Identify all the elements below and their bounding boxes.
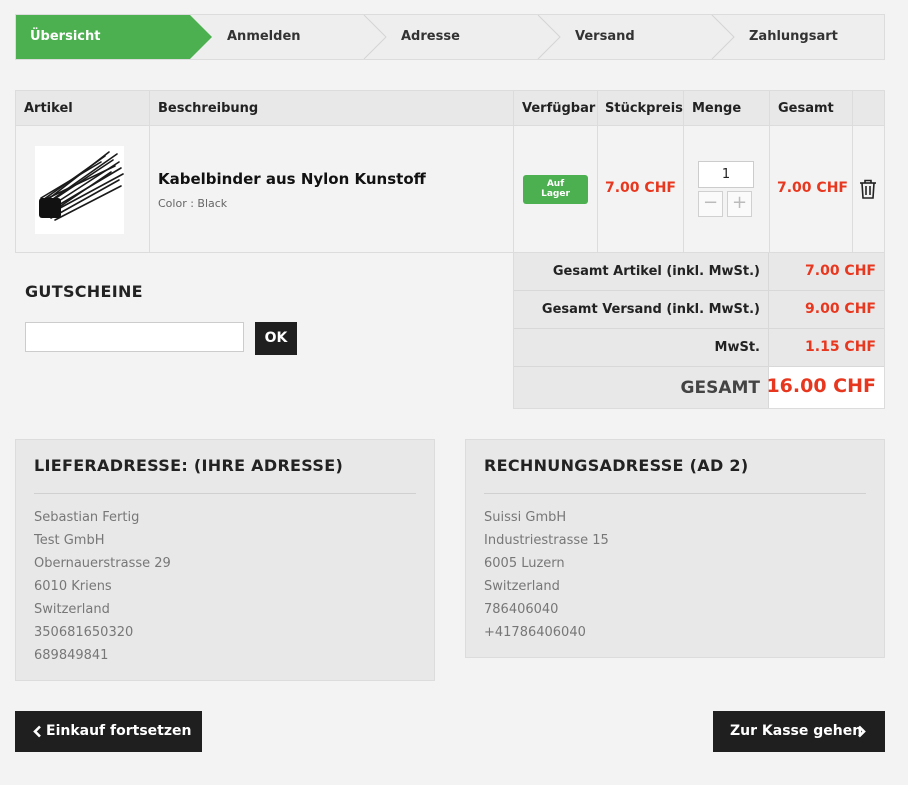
delivery-address-line: Sebastian Fertig (34, 510, 140, 525)
total-articles-label: Gesamt Artikel (inkl. MwSt.) (552, 264, 760, 279)
billing-address-line: Switzerland (484, 579, 560, 594)
step-payment[interactable]: Zahlungsart (749, 15, 838, 59)
header-unit-price: Stückpreis (605, 101, 683, 116)
total-shipping-value: 9.00 CHF (805, 301, 876, 317)
checkout-label: Zur Kasse gehen (730, 723, 863, 739)
chevron-right-icon (858, 725, 866, 738)
header-description: Beschreibung (158, 101, 259, 116)
coupon-ok-button[interactable]: OK (255, 322, 297, 355)
cable-ties-icon (39, 151, 124, 221)
step-address[interactable]: Adresse (401, 15, 460, 59)
billing-address-box: RECHNUNGSADRESSE (AD 2) Suissi GmbH Indu… (465, 439, 885, 658)
billing-address-title: RECHNUNGSADRESSE (AD 2) (484, 456, 749, 475)
total-shipping-label: Gesamt Versand (inkl. MwSt.) (541, 302, 760, 317)
product-image[interactable] (35, 146, 124, 234)
stock-badge: Auf Lager (523, 175, 588, 204)
quantity-increase-button[interactable]: + (727, 191, 752, 217)
header-available: Verfügbar (522, 101, 596, 116)
step-login[interactable]: Anmelden (227, 15, 301, 59)
coupon-title: GUTSCHEINE (25, 282, 143, 301)
total-articles-value: 7.00 CHF (805, 263, 876, 279)
delivery-address-line: Test GmbH (34, 533, 105, 548)
unit-price: 7.00 CHF (605, 180, 676, 196)
product-name[interactable]: Kabelbinder aus Nylon Kunstoff (158, 170, 426, 188)
vat-label: MwSt. (714, 340, 760, 355)
quantity-input[interactable] (698, 161, 754, 188)
delivery-address-line: Switzerland (34, 602, 110, 617)
step-shipping[interactable]: Versand (575, 15, 635, 59)
continue-shopping-label: Einkauf fortsetzen (46, 723, 192, 739)
grand-total-value: 16.00 CHF (766, 375, 876, 397)
line-total: 7.00 CHF (777, 180, 848, 196)
billing-address-line: 786406040 (484, 602, 559, 617)
totals-box: Gesamt Artikel (inkl. MwSt.) 7.00 CHF Ge… (513, 252, 885, 409)
delivery-address-line: 6010 Kriens (34, 579, 112, 594)
trash-icon[interactable] (859, 179, 877, 199)
delivery-address-line: 350681650320 (34, 625, 134, 640)
step-overview[interactable]: Übersicht (30, 15, 100, 59)
quantity-decrease-button[interactable]: − (698, 191, 723, 217)
delivery-address-box: LIEFERADRESSE: (IHRE ADRESSE) Sebastian … (15, 439, 435, 681)
checkout-steps: Übersicht Anmelden Adresse Versand Zahlu… (15, 14, 885, 60)
header-quantity: Menge (692, 101, 742, 116)
delivery-address-title: LIEFERADRESSE: (IHRE ADRESSE) (34, 456, 344, 475)
vat-value: 1.15 CHF (805, 339, 876, 355)
checkout-button[interactable]: Zur Kasse gehen (713, 711, 885, 752)
product-option: Color : Black (158, 197, 228, 210)
delivery-address-line: 689849841 (34, 648, 109, 663)
delivery-address-line: Obernauerstrasse 29 (34, 556, 171, 571)
coupon-input[interactable] (25, 322, 244, 352)
billing-address-line: Suissi GmbH (484, 510, 567, 525)
grand-total-label: GESAMT (680, 378, 760, 398)
continue-shopping-button[interactable]: Einkauf fortsetzen (15, 711, 202, 752)
header-total: Gesamt (778, 101, 834, 116)
cart-table-header (16, 91, 884, 126)
billing-address-line: +41786406040 (484, 625, 586, 640)
cart-table: Artikel Beschreibung Verfügbar Stückprei… (15, 90, 885, 253)
chevron-left-icon (33, 725, 41, 738)
billing-address-line: 6005 Luzern (484, 556, 565, 571)
billing-address-line: Industriestrasse 15 (484, 533, 609, 548)
header-article: Artikel (24, 101, 73, 116)
